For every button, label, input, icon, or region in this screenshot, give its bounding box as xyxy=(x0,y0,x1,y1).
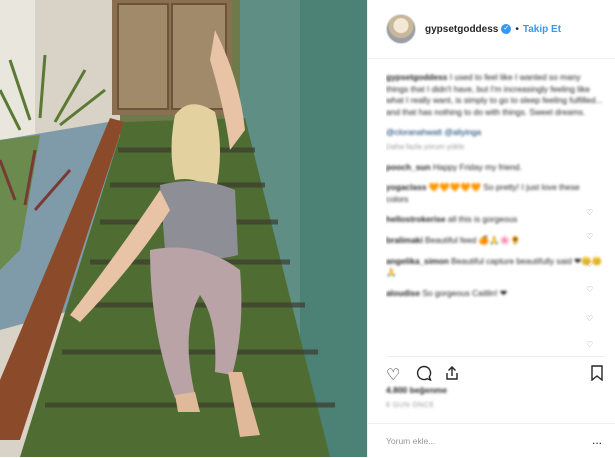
comment-icon[interactable] xyxy=(416,365,432,386)
likes-count[interactable]: 4.800 beğenme xyxy=(386,385,447,395)
list-item: angelika_simon Beautiful capture beautif… xyxy=(386,256,604,279)
heart-icon[interactable]: ♡ xyxy=(586,340,594,349)
heart-icon[interactable]: ♡ xyxy=(586,232,594,241)
avatar[interactable] xyxy=(386,14,416,44)
instagram-post: gypsetgoddess ✓ • Takip Et gypsetgoddess… xyxy=(0,0,615,457)
list-item: hellostrokerise all this is gorgeous xyxy=(386,214,604,226)
comment-user[interactable]: aloudise xyxy=(386,288,420,298)
post-header: gypsetgoddess ✓ • Takip Et xyxy=(368,0,615,59)
list-item: yogaclass 🧡🧡🧡🧡🧡 So pretty! I just love t… xyxy=(386,182,604,205)
heart-icon[interactable]: ♡ xyxy=(586,260,594,269)
caption: gypsetgoddess I used to feel like I want… xyxy=(386,72,604,118)
comment-text: Beautiful feed 🍊🙏🌸🌻 xyxy=(425,234,521,245)
heart-icon[interactable]: ♡ xyxy=(586,285,594,294)
tags-line: @cloranahwatt @aliyinga Daha fazla yorum… xyxy=(386,127,604,152)
post-date: 6 GÜN ÖNCE xyxy=(386,402,435,409)
separator-dot: • xyxy=(515,23,519,35)
action-bar: ♡ xyxy=(386,356,606,385)
heart-icon[interactable]: ♡ xyxy=(586,314,594,323)
tag-links[interactable]: @cloranahwatt @aliyinga xyxy=(386,127,481,137)
comment-user[interactable]: angelika_simon xyxy=(386,256,449,266)
post-photo[interactable] xyxy=(0,0,367,457)
bookmark-icon[interactable] xyxy=(590,365,604,386)
comment-user[interactable]: hellostrokerise xyxy=(386,214,446,224)
comment-text: Happy Friday my friend. xyxy=(433,161,522,172)
photo-illustration xyxy=(0,0,367,457)
post-sidebar: gypsetgoddess ✓ • Takip Et gypsetgoddess… xyxy=(367,0,615,457)
comment-user[interactable]: bralimaki xyxy=(386,235,423,245)
comments-list[interactable]: gypsetgoddess I used to feel like I want… xyxy=(386,72,604,352)
heart-icon[interactable]: ♡ xyxy=(386,365,400,385)
username-link[interactable]: gypsetgoddess xyxy=(425,24,498,35)
load-more-comments[interactable]: Daha fazla yorum yükle xyxy=(386,141,604,153)
caption-user[interactable]: gypsetgoddess xyxy=(386,72,447,82)
more-options-icon[interactable]: ... xyxy=(592,433,602,447)
comment-text: So gorgeous Caitlin! ❤ xyxy=(422,287,508,298)
add-comment-bar: Yorum ekle... ... xyxy=(368,423,615,458)
comment-input[interactable]: Yorum ekle... xyxy=(386,436,435,446)
list-item: aloudise So gorgeous Caitlin! ❤ xyxy=(386,288,604,300)
list-item: bralimaki Beautiful feed 🍊🙏🌸🌻 xyxy=(386,235,604,247)
list-item: pooch_sun Happy Friday my friend. xyxy=(386,162,604,174)
verified-icon: ✓ xyxy=(501,24,512,34)
share-icon[interactable] xyxy=(444,365,460,386)
comment-text: all this is gorgeous xyxy=(447,214,518,225)
heart-icon[interactable]: ♡ xyxy=(586,208,594,217)
comment-user[interactable]: pooch_sun xyxy=(386,162,431,172)
comment-user[interactable]: yogaclass xyxy=(386,182,427,192)
follow-button[interactable]: Takip Et xyxy=(523,24,561,35)
